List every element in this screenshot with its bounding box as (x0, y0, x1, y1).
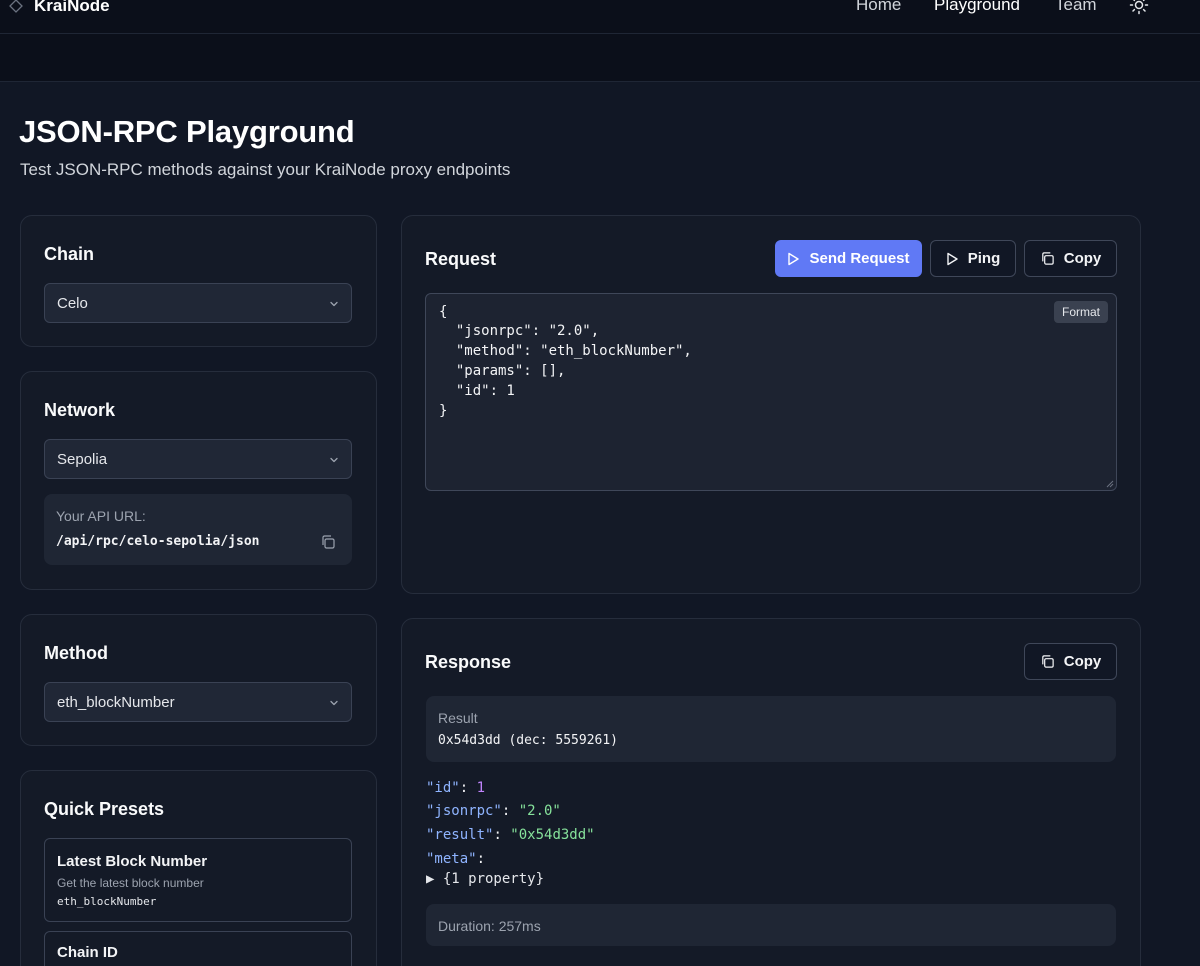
play-icon (788, 252, 800, 265)
code-line: "method": "eth_blockNumber", (439, 343, 692, 359)
method-select[interactable]: eth_blockNumber (44, 682, 352, 722)
api-url-label: Your API URL: (56, 508, 146, 524)
chain-title: Chain (44, 244, 95, 264)
method-title: Method (44, 643, 108, 663)
json-meta-toggle[interactable]: ▶ {1 property} (426, 871, 544, 887)
json-value: "0x54d3dd" (510, 827, 595, 843)
preset-method: eth_blockNumber (57, 895, 157, 908)
copy-response-label: Copy (1063, 653, 1102, 670)
resize-handle-icon[interactable] (1106, 480, 1114, 488)
json-value: 1 (476, 780, 486, 796)
json-key: "result" (426, 827, 494, 843)
page-title: JSON-RPC Playground (19, 114, 355, 149)
json-row-id: "id": 1 (426, 780, 485, 796)
ping-button[interactable]: Ping (930, 240, 1016, 277)
copy-icon[interactable] (320, 534, 336, 550)
json-key: "jsonrpc" (426, 803, 502, 819)
copy-response-button[interactable]: Copy (1024, 643, 1117, 680)
duration-box: Duration: 257ms (426, 904, 1116, 946)
chain-select-value: Celo (57, 294, 88, 312)
code-line: } (439, 403, 448, 419)
request-editor[interactable]: Format { "jsonrpc": "2.0", "method": "et… (425, 293, 1117, 491)
code-line: "params": [], (439, 363, 566, 379)
copy-request-label: Copy (1063, 250, 1102, 267)
preset-item[interactable]: Latest Block Number Get the latest block… (44, 838, 352, 922)
request-title: Request (425, 249, 497, 269)
top-nav: KraiNode Home Playground Team (0, 0, 1200, 34)
chain-card: Chain Celo (20, 215, 377, 347)
preset-name: Latest Block Number (57, 853, 208, 870)
chevron-down-icon (330, 301, 338, 307)
json-key: "id" (426, 780, 460, 796)
code-line: "id": 1 (439, 383, 515, 399)
preset-name: Chain ID (57, 944, 118, 961)
json-sep: : (459, 780, 477, 796)
code-line: "jsonrpc": "2.0", (439, 323, 600, 339)
sub-bar (0, 34, 1200, 82)
send-request-label: Send Request (809, 250, 910, 267)
method-select-value: eth_blockNumber (57, 693, 175, 711)
network-card: Network Sepolia Your API URL: /api/rpc/c… (20, 371, 377, 590)
network-select-value: Sepolia (57, 450, 108, 468)
response-title: Response (425, 652, 512, 672)
play-icon (947, 252, 958, 265)
send-request-button[interactable]: Send Request (775, 240, 922, 277)
copy-icon (1041, 252, 1054, 265)
network-select[interactable]: Sepolia (44, 439, 352, 479)
api-url-value: /api/rpc/celo-sepolia/json (56, 534, 260, 549)
nav-link-team[interactable]: Team (1055, 0, 1097, 15)
chevron-down-icon (330, 700, 338, 706)
copy-request-button[interactable]: Copy (1024, 240, 1117, 277)
format-button[interactable]: Format (1053, 301, 1108, 323)
json-key: "meta" (426, 851, 477, 867)
method-card: Method eth_blockNumber (20, 614, 377, 746)
json-row-jsonrpc: "jsonrpc": "2.0" (426, 803, 561, 819)
json-collapsed: {1 property} (442, 871, 545, 887)
api-url-box: Your API URL: /api/rpc/celo-sepolia/json (44, 494, 352, 565)
result-box: Result 0x54d3dd (dec: 5559261) (426, 696, 1116, 762)
json-row-meta: "meta": (426, 851, 486, 867)
json-row-result: "result": "0x54d3dd" (426, 827, 595, 843)
json-value: "2.0" (518, 803, 561, 819)
presets-card: Quick Presets Latest Block Number Get th… (20, 770, 377, 966)
chain-select[interactable]: Celo (44, 283, 352, 323)
nav-link-playground[interactable]: Playground (934, 0, 1020, 15)
result-label: Result (438, 710, 478, 726)
network-title: Network (44, 400, 116, 420)
presets-title: Quick Presets (44, 799, 165, 819)
sun-icon[interactable] (1129, 0, 1149, 15)
page-subtitle: Test JSON-RPC methods against your KraiN… (20, 160, 511, 179)
copy-icon (1041, 655, 1054, 668)
nav-link-home[interactable]: Home (856, 0, 901, 15)
caret-right-icon: ▶ (426, 871, 443, 887)
duration-text: Duration: 257ms (438, 918, 541, 934)
json-sep: : (501, 803, 519, 819)
preset-item[interactable]: Chain ID (44, 931, 352, 966)
request-card: Request Send Request Ping Copy Format { … (401, 215, 1141, 594)
preset-description: Get the latest block number (57, 876, 204, 890)
code-line: { (439, 304, 448, 320)
result-value: 0x54d3dd (dec: 5559261) (438, 733, 619, 748)
json-sep: : (493, 827, 511, 843)
ping-label: Ping (967, 250, 1001, 267)
chevron-down-icon (330, 457, 338, 463)
